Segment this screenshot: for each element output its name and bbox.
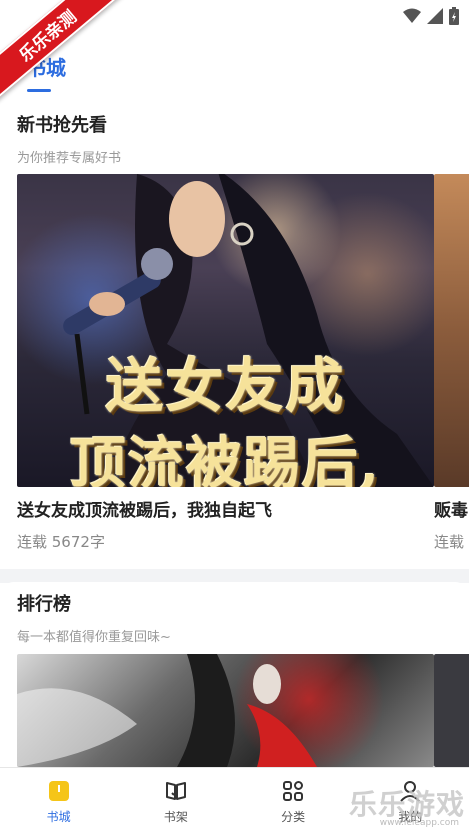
section-divider xyxy=(0,569,469,583)
nav-bookstore[interactable]: 书城 xyxy=(0,768,117,833)
book-title-peek[interactable]: 贩毒 xyxy=(434,496,468,521)
nav-label: 书城 xyxy=(46,810,71,824)
section-subtitle: 每一本都值得你重复回味~ xyxy=(17,630,171,645)
nav-label: 分类 xyxy=(281,810,306,824)
book-meta: 连载 5672字 xyxy=(17,533,105,551)
nav-category[interactable]: 分类 xyxy=(235,768,352,833)
section-title: 新书抢先看 xyxy=(17,115,107,136)
watermark: 乐乐游戏 xyxy=(348,788,465,821)
category-icon xyxy=(283,781,304,801)
book-title[interactable]: 送女友成顶流被踢后，我独自起飞 xyxy=(17,496,272,521)
app-content: 书城 新书抢先看 为你推荐专属好书 送女友成 顶流被踢后, 送女友成顶流被踢后，… xyxy=(0,34,469,767)
wifi-icon xyxy=(403,8,421,23)
bookstore-icon xyxy=(48,781,69,801)
cover-illustration xyxy=(17,654,317,767)
section-title: 排行榜 xyxy=(17,594,71,615)
book-cover-peek[interactable] xyxy=(434,174,469,487)
section-subtitle: 为你推荐专属好书 xyxy=(17,151,122,166)
battery-icon xyxy=(449,7,459,25)
watermark-url: www.leleapp.com xyxy=(379,818,459,828)
nav-bookshelf[interactable]: 书架 xyxy=(117,768,234,833)
book-meta-peek: 连载 xyxy=(434,533,465,551)
ranking-book-cover[interactable] xyxy=(17,654,434,767)
bookshelf-icon xyxy=(165,782,186,800)
signal-icon xyxy=(427,8,443,24)
ranking-book-cover-peek[interactable] xyxy=(434,654,469,767)
cover-title-line2: 顶流被踢后, xyxy=(69,431,382,487)
nav-label: 书架 xyxy=(163,810,188,824)
book-cover[interactable]: 送女友成 顶流被踢后, xyxy=(17,174,434,487)
cover-title-line1: 送女友成 xyxy=(105,352,346,420)
tab-underline xyxy=(27,89,51,92)
